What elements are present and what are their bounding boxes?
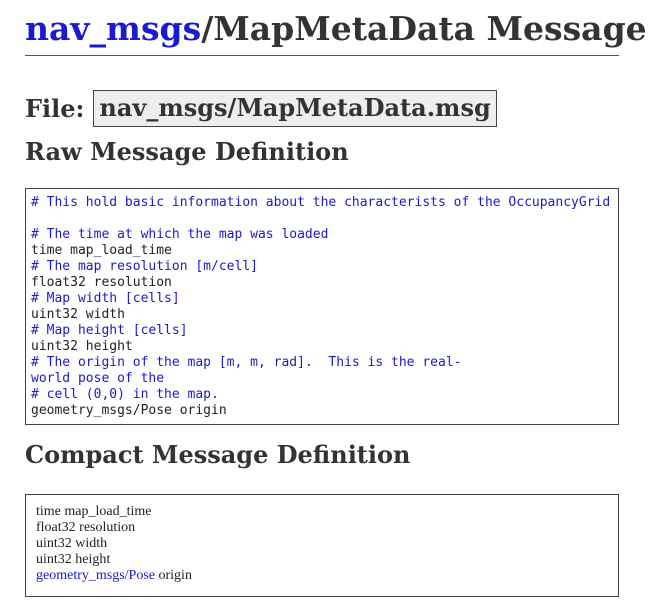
page: nav_msgs/MapMetaData Message File: nav_m… (25, 0, 647, 597)
compact-field-line: time map_load_time (36, 504, 618, 520)
page-title: nav_msgs/MapMetaData Message (25, 0, 647, 56)
field-name: map_load_time (64, 504, 152, 519)
raw-comment-line: # The origin of the map [m, m, rad]. Thi… (31, 355, 462, 370)
field-name: resolution (79, 520, 136, 535)
file-label: File: (25, 93, 85, 123)
compact-definition-lines: time map_load_time float32 resolution uint… (26, 495, 618, 584)
field-type-link[interactable]: geometry_msgs/Pose (36, 568, 155, 583)
raw-definition-box: # This hold basic information about the … (25, 188, 619, 425)
field-type: float32 (36, 520, 76, 535)
compact-field-line: uint32 height (36, 552, 618, 568)
compact-definition-heading: Compact Message Definition (25, 440, 411, 469)
file-row: File: nav_msgs/MapMetaData.msg (25, 88, 497, 128)
title-text: /MapMetaData Message (201, 9, 647, 48)
raw-comment-line: # cell (0,0) in the map. (31, 387, 219, 402)
raw-definition-heading: Raw Message Definition (25, 137, 349, 166)
package-link[interactable]: nav_msgs (25, 9, 201, 48)
raw-definition-code: # This hold basic information about the … (26, 189, 618, 419)
compact-definition-box: time map_load_time float32 resolution uint… (25, 494, 619, 597)
raw-field-line: float32 resolution (31, 275, 172, 290)
field-name: height (75, 552, 111, 567)
raw-comment-line: # This hold basic information about the … (31, 195, 611, 210)
compact-field-line: uint32 width (36, 536, 618, 552)
raw-comment-line: # Map height [cells] (31, 323, 188, 338)
raw-comment-line: # Map width [cells] (31, 291, 180, 306)
field-type: uint32 (36, 536, 72, 551)
raw-field-line: time map_load_time (31, 243, 172, 258)
field-type: time (36, 504, 61, 519)
file-name-box: nav_msgs/MapMetaData.msg (93, 89, 497, 127)
raw-comment-line: # The time at which the map was loaded (31, 227, 329, 242)
raw-field-line: uint32 height (31, 339, 133, 354)
field-name: origin (158, 568, 192, 583)
compact-field-line: geometry_msgs/Pose origin (36, 568, 618, 584)
compact-field-line: float32 resolution (36, 520, 618, 536)
raw-field-line: geometry_msgs/Pose origin (31, 403, 227, 418)
raw-field-line: uint32 width (31, 307, 125, 322)
raw-comment-line: # The map resolution [m/cell] (31, 259, 258, 274)
field-type: uint32 (36, 552, 72, 567)
raw-comment-line: world pose of the (31, 371, 165, 386)
field-name: width (75, 536, 108, 551)
